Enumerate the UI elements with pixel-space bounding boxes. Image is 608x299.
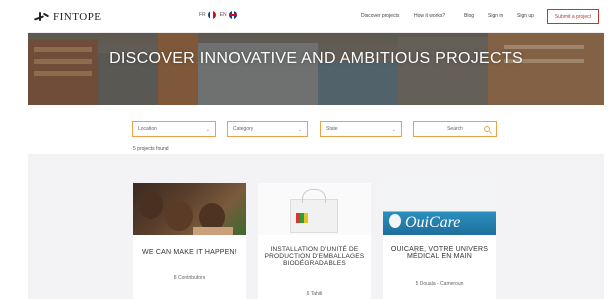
state-select-value: State <box>326 126 338 132</box>
chevron-down-icon: ⌄ <box>391 127 396 133</box>
location-select-value: Location <box>138 126 157 132</box>
project-title[interactable]: INSTALLATION D'UNITÉ DE PRODUCTION D'EMB… <box>264 246 365 267</box>
nav-blog[interactable]: Blog <box>464 13 474 19</box>
hero-title: DISCOVER INNOVATIVE AND AMBITIOUS PROJEC… <box>109 50 523 67</box>
project-title[interactable]: WE CAN MAKE IT HAPPEN! <box>139 249 240 256</box>
logo-icon <box>33 11 50 23</box>
lang-fr-label[interactable]: FR <box>199 12 206 18</box>
lang-en-label[interactable]: EN <box>220 12 227 18</box>
project-image[interactable]: OuiCare <box>383 183 496 235</box>
location-select[interactable]: Location ⌄ <box>132 121 216 137</box>
nav-sign-up[interactable]: Sign up <box>517 13 534 19</box>
logo-text: FINTOPE <box>53 11 102 23</box>
state-select[interactable]: State ⌄ <box>320 121 402 137</box>
nav-how-it-works[interactable]: How it works? <box>414 13 445 19</box>
search-icon[interactable] <box>484 126 490 132</box>
project-meta: 8 Contributors <box>173 275 206 281</box>
chevron-down-icon: ⌄ <box>297 127 302 133</box>
project-image[interactable] <box>258 183 371 235</box>
site-header: FINTOPE FR EN Discover projects How it w… <box>28 0 604 33</box>
project-image[interactable] <box>133 183 246 235</box>
language-switcher: FR EN <box>199 11 237 19</box>
nav-sign-in[interactable]: Sign in <box>488 13 503 19</box>
category-select[interactable]: Category ⌄ <box>227 121 308 137</box>
search-field[interactable]: Search <box>413 121 497 137</box>
brand-text: OuiCare <box>405 214 461 231</box>
chevron-down-icon: ⌄ <box>205 127 210 133</box>
uk-flag-icon[interactable] <box>228 11 237 19</box>
project-meta: 5 Douala - Cameroun <box>415 281 464 287</box>
project-card[interactable]: OuiCare OUICARE, VOTRE UNIVERS MÉDICAL E… <box>383 183 496 299</box>
result-count: 5 projects found <box>133 146 169 152</box>
nav-discover-projects[interactable]: Discover projects <box>361 13 399 19</box>
search-field-placeholder: Search <box>447 126 463 132</box>
submit-project-button[interactable]: Submit a project <box>547 9 599 24</box>
project-filters: Location ⌄ Category ⌄ State ⌄ Search <box>132 121 500 137</box>
project-title[interactable]: OUICARE, VOTRE UNIVERS MÉDICAL EN MAIN <box>389 246 490 260</box>
ouicare-logo-icon <box>389 214 401 228</box>
france-flag-icon[interactable] <box>207 11 216 19</box>
project-card[interactable]: WE CAN MAKE IT HAPPEN! 8 Contributors <box>133 183 246 299</box>
project-meta: 6 Tahiti <box>306 291 323 297</box>
logo[interactable]: FINTOPE <box>33 10 102 24</box>
hero-banner: DISCOVER INNOVATIVE AND AMBITIOUS PROJEC… <box>28 33 604 105</box>
category-select-value: Category <box>233 126 254 132</box>
project-card[interactable]: INSTALLATION D'UNITÉ DE PRODUCTION D'EMB… <box>258 183 371 299</box>
